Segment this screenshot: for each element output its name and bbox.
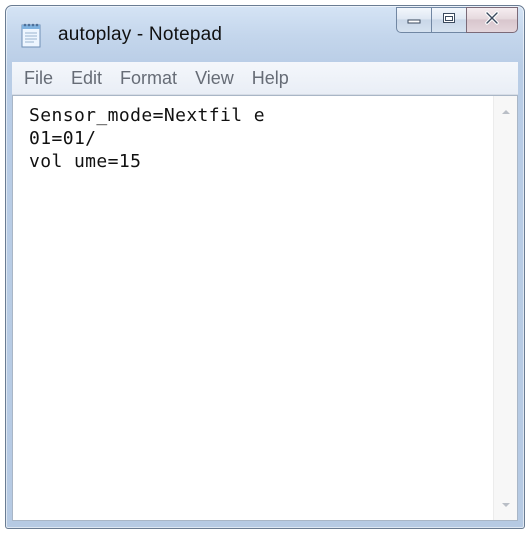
menu-file[interactable]: File <box>12 62 63 94</box>
vertical-scrollbar[interactable] <box>493 96 517 520</box>
menu-bar: File Edit Format View Help <box>12 62 518 95</box>
title-bar[interactable]: autoplay - Notepad <box>6 6 524 62</box>
window-title: autoplay - Notepad <box>58 24 223 45</box>
text-line: 01=01/ <box>29 128 97 149</box>
minimize-icon <box>406 11 422 29</box>
caption-buttons <box>396 7 518 33</box>
menu-edit[interactable]: Edit <box>59 62 112 94</box>
maximize-icon <box>441 11 457 30</box>
text-line: Sensor_mode=Nextfil e <box>29 105 265 126</box>
scroll-up-button[interactable] <box>494 100 517 122</box>
scroll-down-arrow-icon <box>501 496 511 514</box>
editor-text[interactable]: Sensor_mode=Nextfil e 01=01/vol ume=15 <box>29 104 489 520</box>
close-button[interactable] <box>466 7 518 33</box>
notepad-icon[interactable] <box>20 22 42 48</box>
close-icon <box>484 10 500 30</box>
menu-view[interactable]: View <box>183 62 244 94</box>
scroll-down-button[interactable] <box>494 494 517 516</box>
notepad-window: autoplay - Notepad File Edit Format View… <box>5 5 525 529</box>
text-line: vol ume=15 <box>29 151 142 172</box>
minimize-button[interactable] <box>396 7 432 33</box>
menu-help[interactable]: Help <box>240 62 299 94</box>
scroll-up-arrow-icon <box>501 102 511 120</box>
text-editor[interactable]: Sensor_mode=Nextfil e 01=01/vol ume=15 <box>12 95 518 521</box>
menu-format[interactable]: Format <box>108 62 187 94</box>
maximize-button[interactable] <box>431 7 467 33</box>
